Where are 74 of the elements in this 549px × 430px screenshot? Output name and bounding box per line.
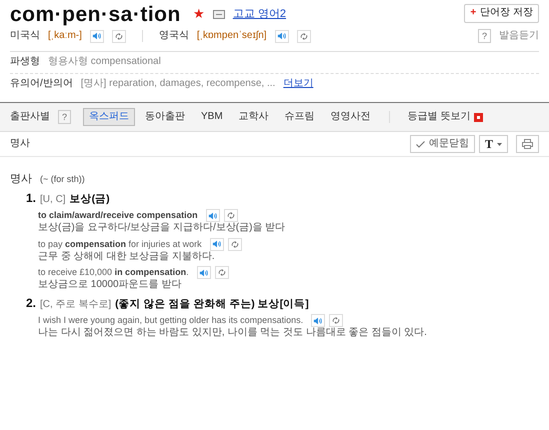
- publisher-tab[interactable]: 영영사전: [324, 108, 377, 126]
- speaker-button[interactable]: [206, 209, 220, 222]
- example-sentence: to receive £10,000 in compensation.: [38, 267, 189, 278]
- speaker-icon: [92, 32, 102, 40]
- check-icon: [416, 140, 425, 148]
- grammar-pattern: (~ (for sth)): [40, 174, 85, 186]
- speaker-button[interactable]: [210, 238, 224, 251]
- speaker-button[interactable]: [274, 30, 289, 42]
- sense-number: 1.: [26, 190, 36, 206]
- phonetic-text: [ˌkaːm-]: [48, 30, 82, 42]
- book-icon: [212, 10, 225, 19]
- publisher-tab[interactable]: 동아출판: [139, 108, 192, 126]
- example-sentence: to pay compensation for injuries at work: [38, 238, 202, 250]
- print-icon: [522, 139, 533, 149]
- more-link[interactable]: 더보기: [283, 78, 314, 90]
- repeat-button[interactable]: [112, 30, 126, 42]
- synonyms-text: [명사] reparation, damages, recompense, ...: [80, 78, 276, 90]
- listen-label: 발음듣기: [499, 30, 539, 42]
- accent-label: 미국식: [10, 30, 40, 42]
- speaker-button[interactable]: [311, 314, 326, 328]
- publisher-tab[interactable]: 옥스퍼드: [83, 108, 136, 126]
- font-size-button[interactable]: T: [478, 135, 508, 153]
- speaker-icon: [212, 240, 221, 248]
- repeat-button[interactable]: [296, 30, 311, 42]
- speaker-icon: [208, 212, 217, 220]
- publisher-label: 출판사별: [10, 110, 50, 124]
- help-icon[interactable]: ?: [478, 29, 491, 43]
- repeat-button[interactable]: [224, 209, 238, 222]
- grammar-label: [C, 주로 복수로]: [40, 298, 112, 312]
- example-translation: 나는 다시 젊어졌으면 하는 바람도 있지만, 나이를 먹는 것도 나름대로 좋은 점들이 있다.: [38, 327, 428, 340]
- phonetic-text: [ˌkɒmpenˈseɪʃn]: [196, 30, 267, 42]
- example-translation: 근무 중 상해에 대한 보상금을 지불하다.: [38, 250, 216, 264]
- repeat-button[interactable]: [329, 314, 344, 328]
- example-toggle-button[interactable]: 예문닫힘: [410, 135, 475, 153]
- example-translation: 보상(금)을 요구하다/보상금을 지급하다/보상(금)을 받다: [38, 222, 286, 235]
- speaker-icon: [277, 32, 286, 40]
- print-button[interactable]: [516, 135, 539, 153]
- sense-meaning: 보상(금): [70, 192, 110, 206]
- repeat-icon: [226, 212, 235, 220]
- repeat-icon: [299, 32, 308, 40]
- sense-number: 2.: [26, 296, 36, 311]
- repeat-icon: [217, 268, 226, 277]
- entry-pos: 명사: [10, 173, 32, 187]
- save-word-button[interactable]: + 단어장 저장: [464, 4, 539, 22]
- repeat-icon: [332, 316, 340, 325]
- level-link[interactable]: 고교 영어2: [232, 8, 286, 22]
- repeat-icon: [114, 32, 124, 40]
- example-sentence: I wish I were young again, but getting older has its compensations.: [38, 315, 304, 326]
- derived-text: 형용사형 compensational: [48, 56, 161, 68]
- pos-label: 명사: [10, 138, 30, 150]
- repeat-button[interactable]: [228, 238, 242, 251]
- derived-label: 파생형: [10, 56, 40, 68]
- accent-label: 영국식: [158, 30, 189, 42]
- speaker-button[interactable]: [90, 30, 104, 42]
- grammar-label: [U, C]: [40, 194, 66, 206]
- repeat-button[interactable]: [214, 266, 229, 280]
- example-translation: 보상금으로 10000파운드를 받다: [38, 279, 182, 292]
- caret-icon: [497, 142, 502, 146]
- speaker-icon: [199, 269, 208, 276]
- help-icon[interactable]: ?: [58, 110, 72, 124]
- example-sentence: to claim/award/receive compensation: [38, 210, 198, 222]
- new-icon: [474, 112, 484, 122]
- speaker-button[interactable]: [196, 266, 211, 280]
- repeat-icon: [230, 240, 239, 248]
- headword: com·pen·sa·tion: [10, 4, 181, 25]
- speaker-icon: [314, 317, 322, 324]
- publisher-tab[interactable]: 교학사: [232, 108, 275, 126]
- star-icon: ★: [192, 6, 205, 23]
- publisher-tab[interactable]: YBM: [195, 108, 229, 126]
- plus-icon: +: [470, 7, 476, 18]
- synonyms-label: 유의어/반의어: [10, 78, 73, 90]
- publisher-tab[interactable]: 슈프림: [278, 108, 321, 126]
- sense-meaning: (좋지 않은 점을 완화해 주는) 보상[이득]: [115, 298, 309, 311]
- grade-view-tab[interactable]: 등급별 뜻보기: [402, 108, 490, 126]
